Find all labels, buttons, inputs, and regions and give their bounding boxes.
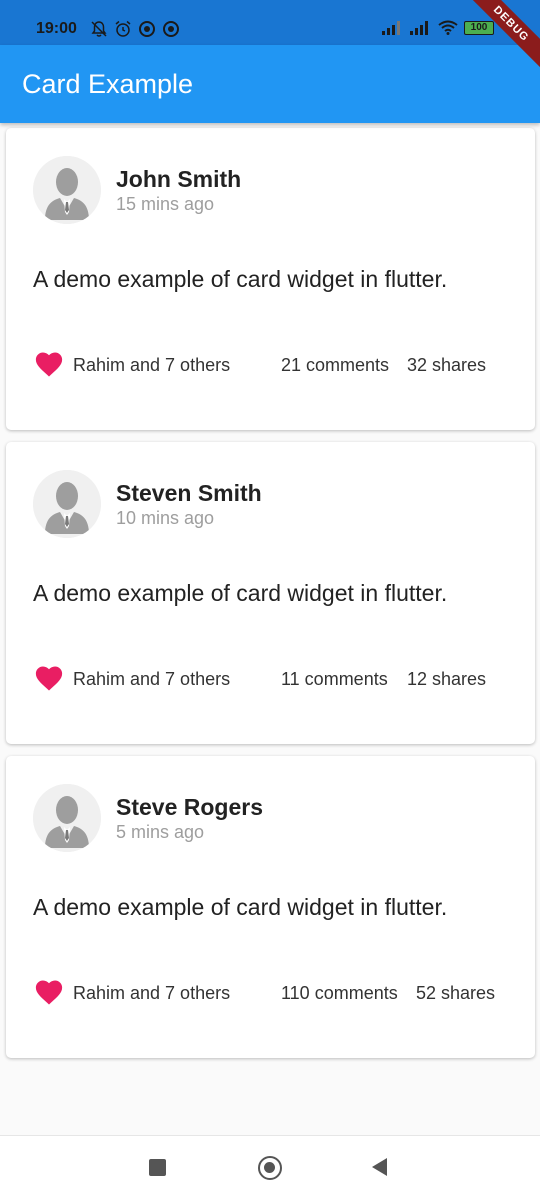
status-bar: 19:00 100 <box>0 0 540 45</box>
status-icons-left <box>90 20 180 38</box>
likes-text[interactable]: Rahim and 7 others <box>73 669 230 690</box>
likes-text[interactable]: Rahim and 7 others <box>73 355 230 376</box>
avatar[interactable] <box>33 156 101 224</box>
person-icon <box>33 156 101 224</box>
heart-icon[interactable] <box>34 350 64 378</box>
app-title: Card Example <box>22 69 194 99</box>
heart-icon[interactable] <box>34 664 64 692</box>
likes-text[interactable]: Rahim and 7 others <box>73 983 230 1004</box>
shares-count[interactable]: 12 shares <box>407 669 486 690</box>
status-time: 19:00 <box>36 20 77 37</box>
author-name: Steve Rogers <box>116 794 264 820</box>
avatar[interactable] <box>33 470 101 538</box>
person-icon <box>33 470 101 538</box>
navigation-bar <box>0 1135 540 1200</box>
home-icon[interactable] <box>258 1156 282 1180</box>
shares-count[interactable]: 32 shares <box>407 355 486 376</box>
home-icon-dot <box>264 1162 275 1173</box>
post-time: 5 mins ago <box>116 822 205 842</box>
author-name: Steven Smith <box>116 480 262 506</box>
back-icon[interactable] <box>372 1158 387 1176</box>
status-icons-right: 100 <box>382 20 494 35</box>
person-icon <box>33 784 101 852</box>
post-time: 10 mins ago <box>116 508 215 528</box>
alarm-icon <box>115 20 131 37</box>
post-card: Steven Smith 10 mins ago A demo example … <box>6 442 535 744</box>
comments-count[interactable]: 11 comments <box>281 669 388 690</box>
signal-icon <box>410 20 428 35</box>
heart-icon[interactable] <box>34 978 64 1006</box>
data-saver-icon <box>163 21 179 37</box>
signal-icon <box>382 20 400 35</box>
avatar[interactable] <box>33 784 101 852</box>
wifi-icon <box>438 20 458 35</box>
comments-count[interactable]: 110 comments <box>281 983 398 1004</box>
post-description: A demo example of card widget in flutter… <box>33 894 448 920</box>
post-description: A demo example of card widget in flutter… <box>33 266 448 292</box>
post-time: 15 mins ago <box>116 194 215 214</box>
app-bar: Card Example <box>0 45 540 123</box>
recents-icon[interactable] <box>149 1159 166 1176</box>
data-saver-icon <box>139 21 155 37</box>
post-card: Steve Rogers 5 mins ago A demo example o… <box>6 756 535 1058</box>
bell-off-icon <box>91 21 107 37</box>
post-card: John Smith 15 mins ago A demo example of… <box>6 128 535 430</box>
author-name: John Smith <box>116 166 242 192</box>
post-description: A demo example of card widget in flutter… <box>33 580 448 606</box>
shares-count[interactable]: 52 shares <box>416 983 495 1004</box>
comments-count[interactable]: 21 comments <box>281 355 389 376</box>
battery-icon: 100 <box>464 20 494 35</box>
